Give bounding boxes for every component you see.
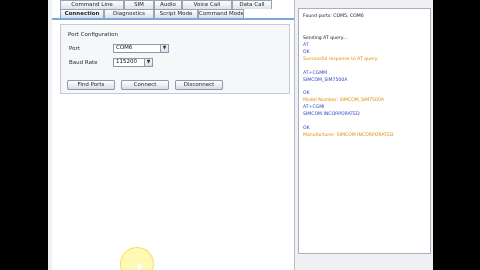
log-line: Manufacturer: SIMCOM INCORPORATED bbox=[303, 133, 394, 138]
port-value: COM6 bbox=[116, 45, 133, 51]
log-line: SIMCOM INCORPORATED bbox=[303, 112, 360, 117]
log-line: AT+CGMM bbox=[303, 71, 328, 76]
connect-button[interactable]: Connect bbox=[121, 80, 169, 90]
log-line: Found ports: COM5, COM6 bbox=[303, 14, 364, 19]
tab-diagnostics[interactable]: Diagnostics bbox=[104, 9, 154, 18]
tab-audio[interactable]: Audio bbox=[154, 0, 182, 9]
baud-select[interactable]: 115200 ▼ bbox=[113, 58, 153, 67]
log-line: Successful response to AT query. bbox=[303, 57, 379, 62]
tab-row-1: Command Line SIM Audio Voice Call Data C… bbox=[52, 0, 272, 9]
log-line: Sending AT query... bbox=[303, 36, 348, 41]
port-select[interactable]: COM6 ▼ bbox=[113, 44, 169, 53]
log-line: OK bbox=[303, 126, 310, 131]
group-title: Port Configuration bbox=[68, 32, 118, 38]
port-label: Port bbox=[69, 46, 80, 52]
tab-data-call[interactable]: Data Call bbox=[232, 0, 272, 9]
tab-script-mode[interactable]: Script Mode bbox=[154, 9, 198, 18]
disconnect-button[interactable]: Disconnect bbox=[175, 80, 223, 90]
log-line: AT+CGMI bbox=[303, 105, 325, 110]
tab-connection[interactable]: Connection bbox=[60, 9, 104, 18]
chevron-down-icon[interactable]: ▼ bbox=[160, 45, 168, 52]
baud-label: Baud Rate bbox=[69, 60, 98, 66]
tab-sim[interactable]: SIM bbox=[124, 0, 154, 9]
find-ports-button[interactable]: Find Ports bbox=[67, 80, 115, 90]
baud-value: 115200 bbox=[116, 59, 137, 65]
log-line: AT bbox=[303, 43, 309, 48]
left-panel: Command Line SIM Audio Voice Call Data C… bbox=[52, 0, 295, 270]
app-window: Command Line SIM Audio Voice Call Data C… bbox=[48, 0, 433, 270]
log-output[interactable]: Found ports: COM5, COM6 Sending AT query… bbox=[298, 8, 431, 254]
tab-voice-call[interactable]: Voice Call bbox=[182, 0, 232, 9]
port-configuration-group: Port Configuration Port COM6 ▼ Baud Rate… bbox=[60, 24, 290, 94]
log-line: OK bbox=[303, 50, 310, 55]
tab-command-mode[interactable]: Command Mode bbox=[198, 9, 244, 18]
log-line: SIMCOM_SIM7500A bbox=[303, 78, 348, 83]
tab-command-line[interactable]: Command Line bbox=[60, 0, 124, 9]
chevron-down-icon[interactable]: ▼ bbox=[144, 59, 152, 66]
tab-underline bbox=[52, 18, 294, 20]
log-line: OK bbox=[303, 91, 310, 96]
tab-row-2: Connection Diagnostics Script Mode Comma… bbox=[52, 9, 244, 18]
log-line: Model Number: SIMCOM_SIM7500A bbox=[303, 98, 385, 103]
